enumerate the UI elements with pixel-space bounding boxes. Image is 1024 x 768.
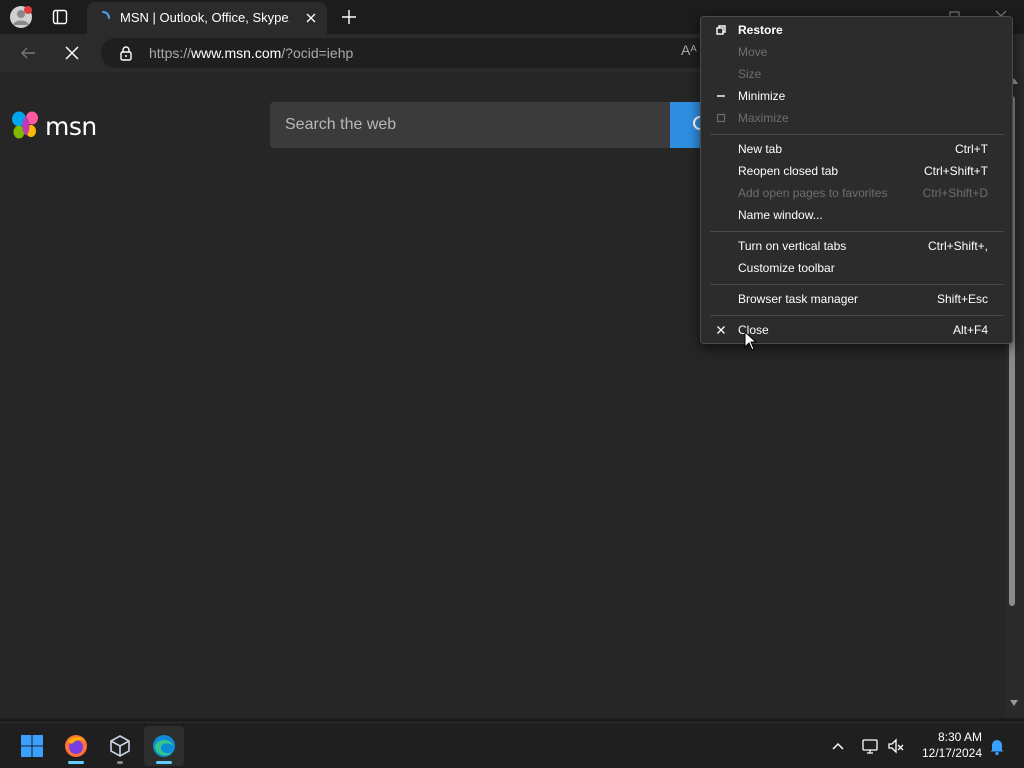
menu-item-label: Browser task manager: [738, 292, 859, 306]
menu-item-label: Minimize: [738, 89, 786, 103]
menu-item-label: Restore: [738, 23, 783, 37]
tab-actions-button[interactable]: [46, 4, 74, 30]
maximize-icon: [713, 110, 729, 126]
menu-item-shortcut: Shift+Esc: [936, 292, 988, 306]
menu-item-label: Maximize: [738, 111, 789, 125]
menu-item-maximize: Maximize: [705, 107, 1008, 129]
search-input[interactable]: Search the web: [270, 102, 670, 148]
url-prefix: https://: [149, 45, 192, 61]
start-button[interactable]: [12, 726, 52, 766]
search-placeholder: Search the web: [285, 116, 397, 133]
msn-butterfly-icon: [12, 111, 38, 139]
taskbar-app-firefox[interactable]: [56, 726, 96, 766]
url-path: /?ocid=iehp: [281, 45, 354, 61]
windows-logo-icon: [21, 735, 43, 757]
menu-item-name-window[interactable]: Name window...: [705, 204, 1008, 226]
restore-icon: [713, 22, 729, 38]
close-icon: [713, 322, 729, 338]
firefox-icon: [65, 735, 87, 757]
taskbar-app-edge[interactable]: [144, 726, 184, 766]
profile-avatar-icon: [10, 6, 32, 28]
app-running-indicator: [117, 761, 123, 764]
scroll-down-arrow[interactable]: [1010, 700, 1018, 706]
url-text: https://www.msn.com/?ocid=iehp: [149, 45, 353, 61]
menu-item-label: Customize toolbar: [738, 261, 835, 275]
menu-item-minimize[interactable]: Minimize: [705, 85, 1008, 107]
minimize-icon: [713, 88, 729, 104]
notification-bell-icon[interactable]: [987, 736, 1007, 756]
menu-item-vertical-tabs[interactable]: Turn on vertical tabs Ctrl+Shift+,: [705, 235, 1008, 257]
lock-icon[interactable]: [118, 45, 134, 61]
window-context-menu: Restore Move Size Minimize Maximize New …: [700, 16, 1013, 344]
clock-time: 8:30 AM: [937, 730, 982, 744]
taskbar-clock[interactable]: 8:30 AM 12/17/2024: [910, 729, 982, 761]
address-bar[interactable]: https://www.msn.com/?ocid=iehp: [101, 38, 721, 68]
app-running-indicator: [156, 761, 172, 764]
read-aloud-icon[interactable]: Aᴬ: [681, 42, 697, 58]
menu-item-label: Name window...: [738, 208, 823, 222]
menu-item-label: Turn on vertical tabs: [738, 239, 847, 253]
taskbar-app-virtualbox[interactable]: [100, 726, 140, 766]
virtualbox-icon: [110, 735, 130, 757]
menu-separator: [710, 231, 1004, 232]
mouse-cursor-icon: [744, 331, 758, 351]
network-icon[interactable]: [860, 736, 880, 756]
menu-item-label: Add open pages to favorites: [738, 186, 888, 200]
menu-item-shortcut: Ctrl+Shift+,: [927, 239, 988, 253]
menu-separator: [710, 315, 1004, 316]
edge-icon: [153, 735, 175, 757]
url-domain: www.msn.com: [191, 45, 282, 61]
menu-separator: [710, 284, 1004, 285]
menu-item-shortcut: Ctrl+T: [955, 142, 988, 156]
menu-item-shortcut: Ctrl+Shift+D: [922, 186, 988, 200]
menu-item-restore[interactable]: Restore: [705, 19, 1008, 41]
menu-item-label: Move: [738, 45, 768, 59]
menu-item-move: Move: [705, 41, 1008, 63]
menu-item-label: New tab: [738, 142, 783, 156]
tab-title: MSN | Outlook, Office, Skype, Bing: [120, 10, 290, 25]
menu-item-size: Size: [705, 63, 1008, 85]
menu-item-browser-task-manager[interactable]: Browser task manager Shift+Esc: [705, 288, 1008, 310]
loading-spinner-icon: [102, 11, 110, 19]
menu-item-add-open-pages-to-favorites: Add open pages to favorites Ctrl+Shift+D: [705, 182, 1008, 204]
menu-item-reopen-closed-tab[interactable]: Reopen closed tab Ctrl+Shift+T: [705, 160, 1008, 182]
profile-button[interactable]: [7, 4, 35, 30]
close-icon: [65, 46, 79, 60]
tab-msn[interactable]: MSN | Outlook, Office, Skype, Bing: [87, 2, 327, 34]
menu-item-customize-toolbar[interactable]: Customize toolbar: [705, 257, 1008, 279]
tab-close-button[interactable]: [302, 9, 320, 27]
msn-wordmark: msn: [45, 111, 97, 141]
clock-date: 12/17/2024: [921, 746, 982, 760]
chevron-up-icon[interactable]: [828, 736, 848, 756]
menu-item-shortcut: Ctrl+Shift+T: [923, 164, 988, 178]
new-tab-button[interactable]: [336, 4, 362, 30]
taskbar: 8:30 AM 12/17/2024: [0, 722, 1024, 768]
menu-item-label: Size: [738, 67, 762, 81]
menu-item-label: Reopen closed tab: [738, 164, 839, 178]
menu-separator: [710, 134, 1004, 135]
tab-actions-icon: [52, 9, 68, 25]
app-running-indicator: [68, 761, 84, 764]
menu-item-shortcut: Alt+F4: [952, 323, 988, 337]
plus-icon: [342, 10, 356, 24]
volume-muted-icon[interactable]: [886, 736, 906, 756]
arrow-left-icon: [21, 47, 35, 59]
msn-logo[interactable]: msn: [10, 108, 97, 144]
stop-loading-button[interactable]: [58, 39, 86, 67]
back-button[interactable]: [14, 39, 42, 67]
menu-item-new-tab[interactable]: New tab Ctrl+T: [705, 138, 1008, 160]
close-icon: [306, 13, 316, 23]
